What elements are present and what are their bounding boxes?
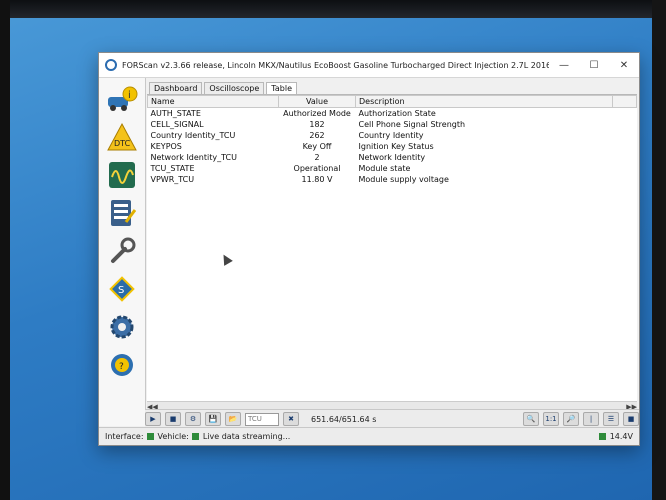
row-description: Country Identity xyxy=(358,131,424,140)
row-value: Operational xyxy=(293,164,341,173)
status-message: Live data streaming... xyxy=(202,432,291,441)
interface-status-icon xyxy=(146,433,154,440)
row-description: Cell Phone Signal Strength xyxy=(358,120,466,129)
stop-square-icon[interactable]: ■ xyxy=(623,412,639,426)
tab-oscilloscope[interactable]: Oscilloscope xyxy=(204,82,265,94)
row-description: Network Identity xyxy=(358,153,426,162)
table-row[interactable]: CELL_SIGNAL 182 Cell Phone Signal Streng… xyxy=(148,119,637,130)
battery-icon xyxy=(598,433,606,440)
vehicle-label: Vehicle: xyxy=(157,432,189,441)
row-description: Module supply voltage xyxy=(358,175,449,184)
bottom-toolbar: ▶ ■ ⚙ 💾 📂 TCU ✖ 651.64/651.64 s 🔍 1:1 🔎 … xyxy=(145,409,639,428)
row-value: Authorized Mode xyxy=(283,109,351,118)
live-data-table: Name Value Description AUTH_STATE Author… xyxy=(147,95,637,185)
row-value: 262 xyxy=(309,131,325,140)
sidebar-item-tests[interactable] xyxy=(104,196,140,230)
module-config-icon: S xyxy=(109,276,135,302)
row-description: Module state xyxy=(358,164,411,173)
row-name: AUTH_STATE xyxy=(150,109,201,118)
table-row[interactable]: VPWR_TCU 11.80 V Module supply voltage xyxy=(148,174,637,185)
monitor-bezel-top xyxy=(0,0,666,18)
sidebar-item-dtc[interactable]: DTC xyxy=(104,120,140,154)
tab-bar: Dashboard Oscilloscope Table xyxy=(147,78,637,95)
table-row[interactable]: KEYPOS Key Off Ignition Key Status xyxy=(148,141,637,152)
column-header-description[interactable]: Description xyxy=(355,95,613,108)
row-name: Country Identity_TCU xyxy=(150,131,236,140)
time-readout: 651.64/651.64 s xyxy=(311,414,377,424)
settings-gear-button[interactable]: ⚙ xyxy=(185,412,201,426)
row-name: TCU_STATE xyxy=(150,164,195,173)
info-car-icon: i xyxy=(108,86,138,111)
sidebar: i DTC S ? xyxy=(99,78,146,426)
battery-voltage: 14.4V xyxy=(609,432,633,441)
unselect-all-button[interactable]: ✖ xyxy=(283,412,299,426)
maximize-button[interactable]: ☐ xyxy=(579,60,609,71)
grid-icon[interactable]: ☰ xyxy=(603,412,619,426)
table-header-row: Name Value Description xyxy=(147,95,637,108)
row-value: 182 xyxy=(309,120,325,129)
sidebar-item-help[interactable]: ? xyxy=(104,348,140,382)
checklist-icon xyxy=(111,200,136,226)
interface-label: Interface: xyxy=(105,432,144,441)
row-value: 11.80 V xyxy=(301,175,333,184)
row-name: CELL_SIGNAL xyxy=(150,120,204,129)
row-value: Key Off xyxy=(302,142,332,151)
row-description: Authorization State xyxy=(358,109,436,118)
table-row[interactable]: Network Identity_TCU 2 Network Identity xyxy=(148,152,637,163)
cursor-icon[interactable]: | xyxy=(583,412,599,426)
zoom-out-icon[interactable]: 🔎 xyxy=(563,412,579,426)
forscan-window: FORScan v2.3.66 release, Lincoln MKX/Nau… xyxy=(98,52,640,446)
table-row[interactable]: Country Identity_TCU 262 Country Identit… xyxy=(148,130,637,141)
row-value: 2 xyxy=(314,153,320,162)
svg-text:i: i xyxy=(128,90,131,101)
monitor-bezel-left xyxy=(0,0,10,500)
close-button[interactable]: ✕ xyxy=(609,60,639,71)
vehicle-status-icon xyxy=(191,433,199,440)
column-header-spare xyxy=(612,95,637,108)
tab-dashboard[interactable]: Dashboard xyxy=(149,82,203,94)
sidebar-item-service[interactable] xyxy=(104,234,140,268)
oscilloscope-icon xyxy=(109,162,135,188)
window-title: FORScan v2.3.66 release, Lincoln MKX/Nau… xyxy=(122,60,549,70)
svg-text:DTC: DTC xyxy=(114,139,131,148)
column-header-name[interactable]: Name xyxy=(147,95,279,108)
dtc-icon: DTC xyxy=(107,122,137,151)
zoom-icon[interactable]: 🔍 xyxy=(523,412,539,426)
tab-table[interactable]: Table xyxy=(266,82,297,94)
app-icon xyxy=(105,59,117,71)
play-button[interactable]: ▶ xyxy=(145,412,161,426)
main-content: Dashboard Oscilloscope Table Name Value … xyxy=(147,78,637,426)
row-name: Network Identity_TCU xyxy=(150,153,237,162)
gear-icon xyxy=(110,315,134,339)
sidebar-item-oscilloscope[interactable] xyxy=(104,158,140,192)
sidebar-item-info[interactable]: i xyxy=(104,82,140,116)
table-row[interactable]: AUTH_STATE Authorized Mode Authorization… xyxy=(148,108,637,120)
row-description: Ignition Key Status xyxy=(358,142,434,151)
title-bar[interactable]: FORScan v2.3.66 release, Lincoln MKX/Nau… xyxy=(99,53,639,78)
battery-indicator: 14.4V xyxy=(596,432,633,441)
stop-button[interactable]: ■ xyxy=(165,412,181,426)
row-name: KEYPOS xyxy=(150,142,182,151)
zoom-reset-button[interactable]: 1:1 xyxy=(543,412,559,426)
svg-text:S: S xyxy=(118,285,124,296)
column-header-value[interactable]: Value xyxy=(278,95,356,108)
row-name: VPWR_TCU xyxy=(150,175,195,184)
svg-text:?: ? xyxy=(119,362,124,372)
monitor-bezel-right xyxy=(652,0,666,500)
minimize-button[interactable]: — xyxy=(549,60,579,71)
wrench-icon xyxy=(111,237,136,263)
save-as-button[interactable]: 📂 xyxy=(225,412,241,426)
module-select[interactable]: TCU xyxy=(245,412,279,426)
table-row[interactable]: TCU_STATE Operational Module state xyxy=(148,163,637,174)
save-button[interactable]: 💾 xyxy=(205,412,221,426)
steering-wheel-icon: ? xyxy=(111,354,133,376)
sidebar-item-settings[interactable] xyxy=(104,310,140,344)
status-bar: Interface: Vehicle: Live data streaming.… xyxy=(99,427,639,445)
sidebar-item-configuration[interactable]: S xyxy=(104,272,140,306)
